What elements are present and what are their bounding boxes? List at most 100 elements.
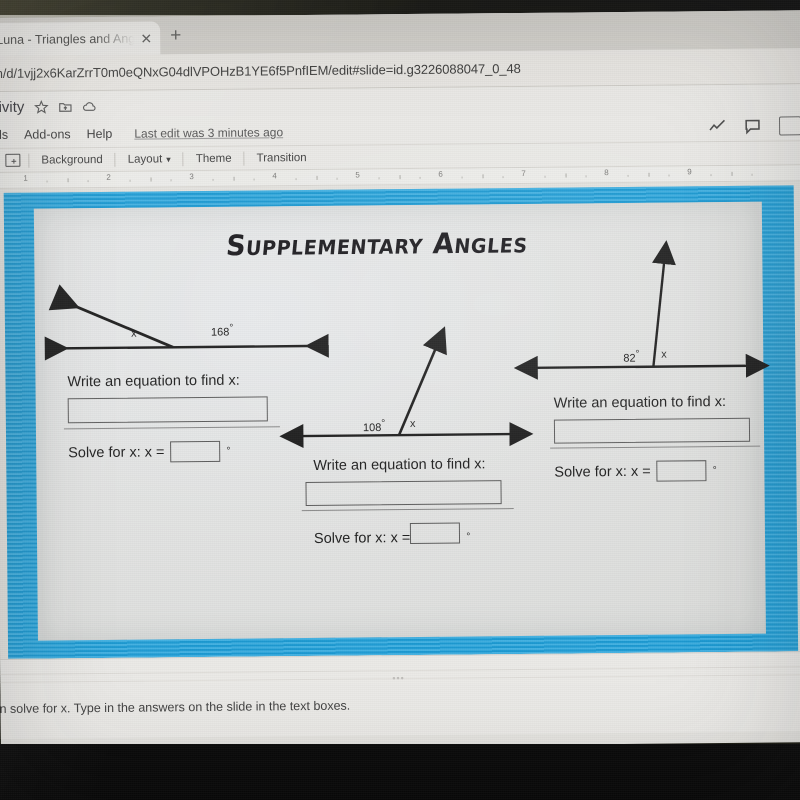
problem-middle: 108° x Write an equation to find x: Solv… [279, 312, 540, 546]
angle-value-middle: 108° [362, 418, 386, 435]
ruler-number: 9 [687, 167, 692, 177]
solve-row-right: Solve for x: x = ° [554, 460, 717, 483]
menu-item-tools[interactable]: ools [0, 128, 8, 142]
problem-right: 82° x Write an equation to find x: Solve… [513, 230, 774, 482]
ruler-number: 7 [521, 168, 526, 178]
theme-button[interactable]: Theme [184, 152, 244, 165]
speaker-notes-pane[interactable]: ••• en solve for x. Type in the answers … [0, 651, 800, 739]
ruler-number: 2 [106, 172, 111, 182]
ruler-tick [565, 173, 567, 178]
slides-app-header: ctivity ools Add-ons Help Last edit was … [0, 84, 800, 189]
ruler-dot [710, 174, 712, 177]
new-tab-button[interactable]: + [170, 25, 181, 46]
ruler-tick [482, 174, 484, 179]
ruler-tick [648, 172, 650, 177]
background-button[interactable]: Background [29, 153, 114, 166]
header-right-icons [709, 116, 800, 136]
x-label-right: x [661, 348, 667, 361]
document-title[interactable]: ctivity [0, 98, 24, 115]
ruler-dot [419, 176, 421, 179]
ruler-dot [461, 176, 463, 179]
monitor-bezel-bottom [0, 744, 800, 800]
equation-input-right[interactable] [553, 417, 751, 444]
angle-diagram-left [44, 284, 329, 361]
page-title[interactable]: Supplementary Angles [225, 227, 530, 262]
angle-value-left: 168° [210, 322, 234, 339]
solve-input-right[interactable] [656, 460, 707, 482]
ruler-dot [751, 173, 753, 176]
photo-of-screen: Luna - Triangles and Ang ✕ + on/d/1vjj2x… [0, 0, 800, 800]
menu-item-addons[interactable]: Add-ons [24, 127, 71, 141]
ruler-dot [170, 179, 172, 182]
solve-input-middle[interactable] [410, 522, 461, 545]
star-icon[interactable] [33, 99, 49, 114]
url-text: on/d/1vjj2x6KarZrrT0m0eQNxG04dlVPOHzB1YE… [0, 60, 521, 82]
solve-label-middle: Solve for x: x = [313, 529, 411, 547]
ruler-dot [378, 177, 380, 180]
tab-title: Luna - Triangles and Ang [0, 31, 135, 47]
ruler-tick [233, 176, 235, 181]
notes-drag-handle[interactable]: ••• [392, 673, 405, 683]
last-edit-status[interactable]: Last edit was 3 minutes ago [134, 125, 283, 140]
ruler-dot [212, 178, 214, 181]
ruler-tick [67, 178, 69, 183]
ruler-dot [46, 180, 48, 183]
speaker-notes-text: en solve for x. Type in the answers on t… [0, 698, 351, 717]
layout-button[interactable]: Layout ▾ [116, 153, 183, 166]
ruler-dot [502, 176, 504, 179]
angle-value-right: 82° [623, 348, 640, 365]
solve-label-right: Solve for x: x = [554, 463, 651, 481]
equation-input-middle[interactable] [305, 480, 502, 507]
ruler-tick [316, 175, 318, 180]
ruler-number: 5 [355, 170, 360, 180]
x-label-left: x [130, 327, 137, 340]
equation-underline-right [550, 445, 761, 449]
equation-underline-middle [301, 508, 514, 512]
slide-content-area: Supplementary Angles 168° x Write an equ… [33, 201, 770, 641]
ruler-number: 6 [438, 169, 443, 179]
ruler-dot [544, 175, 546, 178]
solve-row-left: Solve for x: x = ° [68, 440, 231, 464]
ruler-dot [627, 174, 629, 177]
layout-label: Layout [127, 152, 163, 166]
comment-icon[interactable] [744, 118, 761, 135]
close-icon[interactable]: ✕ [140, 30, 152, 46]
ruler-number: 3 [189, 172, 194, 182]
degree-symbol-middle: ° [466, 531, 471, 543]
slide-canvas-area: Supplementary Angles 168° x Write an equ… [0, 181, 800, 659]
new-slide-icon[interactable] [5, 153, 21, 167]
prompt-right: Write an equation to find x: [553, 393, 727, 412]
ruler-dot [253, 178, 255, 181]
browser-tab[interactable]: Luna - Triangles and Ang ✕ [0, 21, 161, 57]
move-to-folder-icon[interactable] [57, 99, 72, 114]
transition-button[interactable]: Transition [245, 151, 319, 164]
solve-input-left[interactable] [170, 440, 221, 463]
prompt-left: Write an equation to find x: [67, 372, 240, 391]
slide[interactable]: Supplementary Angles 168° x Write an equ… [3, 185, 799, 659]
ruler-dot [129, 179, 131, 182]
solve-label-left: Solve for x: x = [68, 443, 165, 461]
ruler-number: 4 [272, 171, 277, 181]
equation-underline-left [63, 426, 280, 430]
equation-input-left[interactable] [67, 396, 268, 424]
ruler-dot [585, 175, 587, 178]
ruler-tick [731, 171, 733, 176]
angle-diagram-right [513, 240, 770, 380]
ruler-tick [150, 177, 152, 182]
degree-symbol-right: ° [712, 465, 717, 477]
cloud-saved-icon[interactable] [81, 99, 96, 114]
solve-row-middle: Solve for x: x = ° [314, 522, 471, 552]
present-button[interactable] [778, 116, 800, 136]
x-label-middle: x [409, 417, 416, 431]
ruler-dot [87, 180, 89, 183]
problem-left: 168° x Write an equation to find x: Solv… [35, 284, 329, 463]
prompt-middle: Write an equation to find x: [313, 456, 486, 474]
menu-item-help[interactable]: Help [87, 127, 113, 141]
ruler-tick [399, 175, 401, 180]
activity-line-icon[interactable] [709, 118, 726, 135]
chevron-down-icon: ▾ [166, 153, 171, 164]
ruler-number: 8 [604, 168, 609, 178]
degree-symbol-left: ° [226, 445, 231, 457]
ruler-dot [295, 178, 297, 181]
ruler-dot [336, 177, 338, 180]
